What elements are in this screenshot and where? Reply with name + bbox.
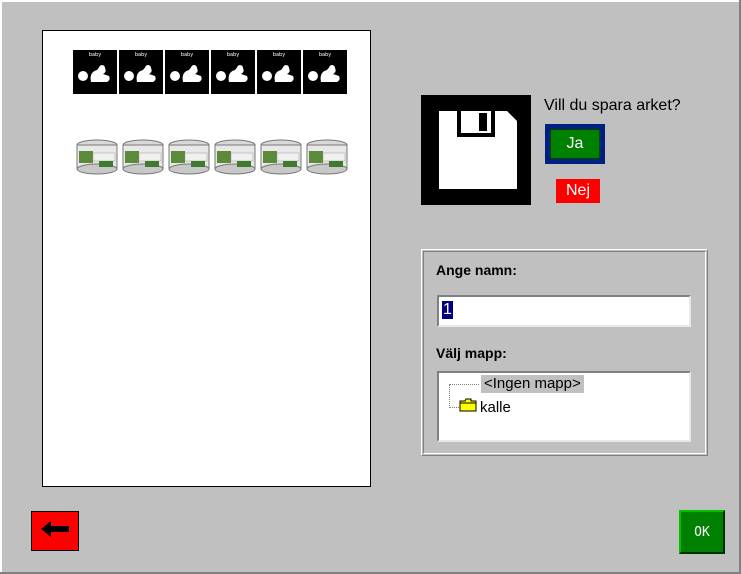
baby-picture-label: baby [272, 52, 286, 58]
food-can-icon [75, 139, 119, 180]
food-can-icon [305, 139, 349, 180]
can-picture-tile [213, 139, 257, 185]
baby-picture-tile: baby [257, 50, 301, 94]
food-can-icon [167, 139, 211, 180]
tree-connector [449, 384, 450, 408]
can-picture-tile [167, 139, 211, 185]
folder-tree[interactable]: <Ingen mapp> kalle [437, 371, 691, 442]
baby-picture-tile: baby [303, 50, 347, 94]
back-button[interactable] [31, 511, 79, 551]
window-edge-left [0, 0, 2, 574]
tree-connector [449, 407, 459, 408]
can-picture-tile [121, 139, 165, 185]
folder-item-none[interactable]: <Ingen mapp> [481, 375, 584, 393]
folder-icon [459, 398, 477, 417]
ok-button[interactable]: OK [679, 510, 725, 554]
sheet-preview: baby baby baby baby baby baby [42, 30, 371, 487]
can-picture-tile [75, 139, 119, 185]
baby-picture-tile: baby [119, 50, 163, 94]
baby-food-icon [123, 62, 159, 89]
baby-picture-label: baby [180, 52, 194, 58]
baby-food-icon [261, 62, 297, 89]
food-can-icon [121, 139, 165, 180]
folder-item-label: kalle [480, 398, 511, 416]
name-input-value: 1 [442, 301, 453, 319]
folder-label: Välj mapp: [436, 345, 507, 361]
baby-picture-tile: baby [165, 50, 209, 94]
can-picture-tile [305, 139, 349, 185]
baby-food-icon [307, 62, 343, 89]
tree-connector [449, 384, 479, 385]
baby-food-icon [215, 62, 251, 89]
save-question: Vill du spara arket? [544, 97, 681, 114]
baby-picture-label: baby [226, 52, 240, 58]
baby-picture-tile: baby [211, 50, 255, 94]
baby-picture-row: baby baby baby baby baby baby [73, 50, 347, 94]
save-floppy-icon [421, 95, 531, 205]
yes-button-focus-frame: Ja [545, 124, 605, 164]
baby-food-icon [169, 62, 205, 89]
baby-picture-label: baby [134, 52, 148, 58]
window-edge-top [0, 0, 741, 2]
food-can-icon [213, 139, 257, 180]
folder-item-kalle[interactable]: kalle [459, 398, 511, 417]
name-label: Ange namn: [436, 262, 517, 278]
no-button[interactable]: Nej [556, 179, 600, 203]
can-picture-tile [259, 139, 303, 185]
baby-picture-label: baby [88, 52, 102, 58]
baby-food-icon [77, 62, 113, 89]
food-can-icon [259, 139, 303, 180]
baby-picture-tile: baby [73, 50, 117, 94]
name-input[interactable]: 1 [437, 295, 691, 327]
arrow-left-icon [39, 519, 71, 544]
can-picture-row [75, 139, 349, 185]
yes-button[interactable]: Ja [550, 129, 600, 159]
baby-picture-label: baby [318, 52, 332, 58]
